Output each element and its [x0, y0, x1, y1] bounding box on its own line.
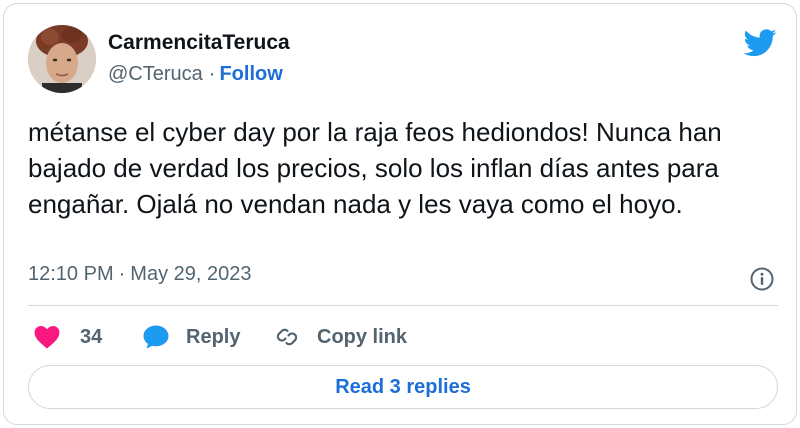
timestamp-separator: ·: [118, 263, 126, 285]
tweet-time: 12:10 PM: [28, 263, 114, 285]
tweet-timestamp[interactable]: 12:10 PM · May 29, 2023: [28, 263, 251, 286]
handle-separator: ·: [208, 63, 216, 85]
author-display-name[interactable]: CarmencitaTeruca: [108, 31, 290, 55]
tweet-card: CarmencitaTeruca @CTeruca · Follow métanse…: [3, 3, 797, 425]
like-button[interactable]: 34: [34, 320, 102, 354]
follow-link[interactable]: Follow: [219, 63, 282, 85]
like-count: 34: [80, 325, 103, 348]
tweet-date: May 29, 2023: [130, 263, 252, 285]
reply-button[interactable]: Reply: [142, 320, 240, 354]
speech-bubble-icon: [143, 325, 169, 349]
link-icon: [276, 328, 298, 346]
heart-icon: [34, 325, 60, 349]
tweet-text: métanse el cyber day por la raja feos he…: [28, 117, 722, 219]
copy-link-label: Copy link: [317, 325, 408, 348]
action-bar: 34 Reply Copy link: [28, 320, 778, 354]
reply-label: Reply: [186, 325, 241, 348]
avatar[interactable]: [28, 25, 96, 93]
read-replies-button[interactable]: Read 3 replies: [28, 365, 778, 409]
author-handle-line: @CTeruca · Follow: [108, 63, 283, 86]
copy-link-button[interactable]: Copy link: [273, 320, 407, 354]
twitter-bird-icon[interactable]: [743, 29, 777, 57]
avatar-image: [28, 25, 96, 93]
info-icon[interactable]: [749, 266, 775, 292]
author-handle[interactable]: @CTeruca: [108, 63, 203, 85]
divider: [28, 305, 778, 306]
